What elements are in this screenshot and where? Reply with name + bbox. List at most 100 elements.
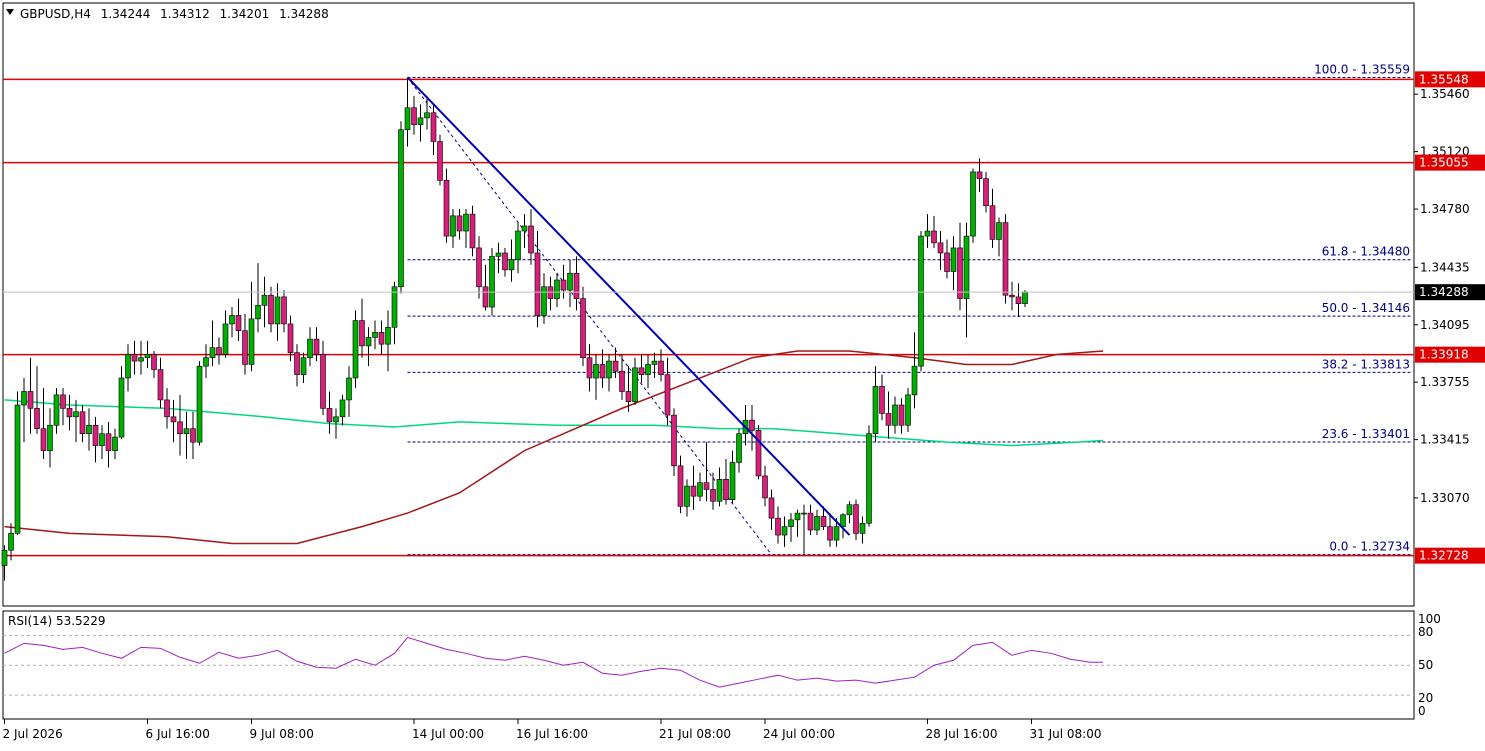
price-tick-label: 1.33415 (1420, 433, 1470, 447)
fib-level-label: 38.2 - 1.33813 (1322, 357, 1410, 371)
price-level-label: 1.35548 (1419, 72, 1469, 86)
candle-body (567, 272, 573, 291)
candle-body (463, 213, 469, 232)
candle-body (983, 178, 989, 206)
gbpusd-h4-chart[interactable]: 100.0 - 1.35559 61.8 - 1.34480 50.0 - 1.34… (0, 0, 1485, 747)
candle-body (372, 332, 378, 338)
price-level-label: 1.33918 (1419, 348, 1469, 362)
candle-body (820, 516, 827, 527)
candle-body (27, 391, 34, 409)
candle-body (112, 436, 118, 451)
candle-body (391, 286, 398, 328)
candle-body (443, 180, 450, 237)
candle-body (723, 479, 729, 500)
candle-body (1015, 296, 1022, 304)
fib-level-label: 61.8 - 1.34480 (1322, 245, 1410, 259)
candle-body (313, 338, 320, 355)
candle-body (404, 107, 411, 130)
candle-body (638, 367, 645, 375)
candle-body (931, 230, 937, 244)
time-axis[interactable]: 2 Jul 2026 6 Jul 16:00 9 Jul 08:00 14 Jul 0… (3, 719, 1102, 741)
candle-body (645, 364, 651, 375)
candle-body (216, 347, 222, 355)
candle-body (105, 433, 112, 451)
candle-body (619, 370, 625, 392)
svg-text:GBPUSD,H4 1.34244: GBPUSD,H4 1.34244 1.34312 1.34201 1.3428… (20, 7, 329, 21)
candle-body (937, 242, 944, 254)
candle-body (573, 272, 580, 299)
candle-body (424, 112, 430, 119)
candle-body (749, 419, 755, 431)
candle-body (827, 526, 833, 541)
candle-body (697, 482, 703, 497)
candle-body (255, 305, 261, 320)
rsi-tick-80: 80 (1418, 625, 1433, 639)
fib-level-label: 23.6 - 1.33401 (1322, 427, 1410, 441)
candle-body (489, 256, 495, 308)
candle-body (229, 315, 235, 325)
low-price: 1.34201 (220, 7, 270, 21)
time-tick-label: 16 Jul 16:00 (516, 727, 588, 741)
candle-body (300, 357, 307, 375)
candle-body (736, 433, 742, 463)
candle-body (248, 318, 255, 365)
candle-body (378, 332, 385, 345)
candle-body (976, 171, 983, 179)
price-tick-label: 1.33755 (1420, 375, 1470, 389)
candle-body (840, 514, 846, 527)
candle-body (593, 364, 599, 379)
candle-body (151, 354, 157, 370)
price-level-label: 1.35055 (1419, 156, 1469, 170)
rsi-tick-50: 50 (1418, 658, 1433, 672)
candle-body (476, 247, 482, 288)
candle-body (398, 129, 404, 288)
candle-body (92, 424, 99, 446)
candle-body (924, 230, 931, 237)
candle-body (541, 286, 547, 316)
main-chart-frame[interactable] (2, 2, 1415, 607)
candle-body (346, 377, 352, 401)
candle-body (235, 315, 242, 331)
candle-body (1002, 222, 1009, 296)
candle-body (222, 323, 229, 355)
candle-body (716, 479, 723, 502)
candle-body (892, 404, 898, 426)
candle-body (846, 504, 853, 516)
candle-body (580, 298, 586, 359)
candle-body (651, 360, 658, 365)
candle-body (1022, 291, 1028, 304)
candle-body (729, 462, 736, 500)
candle-body (411, 107, 417, 125)
close-price: 1.34288 (279, 7, 329, 21)
candle-body (560, 279, 567, 291)
candle-body (807, 512, 814, 531)
high-price: 1.34312 (160, 7, 210, 21)
candle-body (885, 413, 892, 426)
candle-body (853, 504, 859, 534)
candle-body (755, 430, 762, 477)
candle-body (190, 428, 196, 443)
candle-body (326, 408, 333, 423)
candle-body (710, 489, 716, 502)
time-tick-label: 31 Jul 08:00 (1030, 727, 1102, 741)
candle-body (625, 391, 632, 402)
candle-body (606, 360, 612, 379)
fib-level-label: 100.0 - 1.35559 (1314, 62, 1410, 76)
candle-body (40, 428, 47, 451)
candle-body (177, 421, 183, 435)
candle-body (47, 424, 53, 451)
candle-body (196, 365, 203, 443)
candle-body (963, 235, 970, 299)
candle-body (918, 235, 924, 367)
candle-body (508, 259, 515, 271)
candle-body (450, 215, 456, 237)
candle-body (879, 386, 885, 414)
candle-body (385, 327, 391, 345)
candle-body (1009, 294, 1015, 298)
candle-body (788, 519, 794, 527)
candle-body (99, 433, 105, 446)
candle-body (144, 354, 151, 359)
candle-body (437, 141, 443, 181)
time-tick-label: 24 Jul 00:00 (763, 727, 835, 741)
candle-body (762, 475, 768, 499)
